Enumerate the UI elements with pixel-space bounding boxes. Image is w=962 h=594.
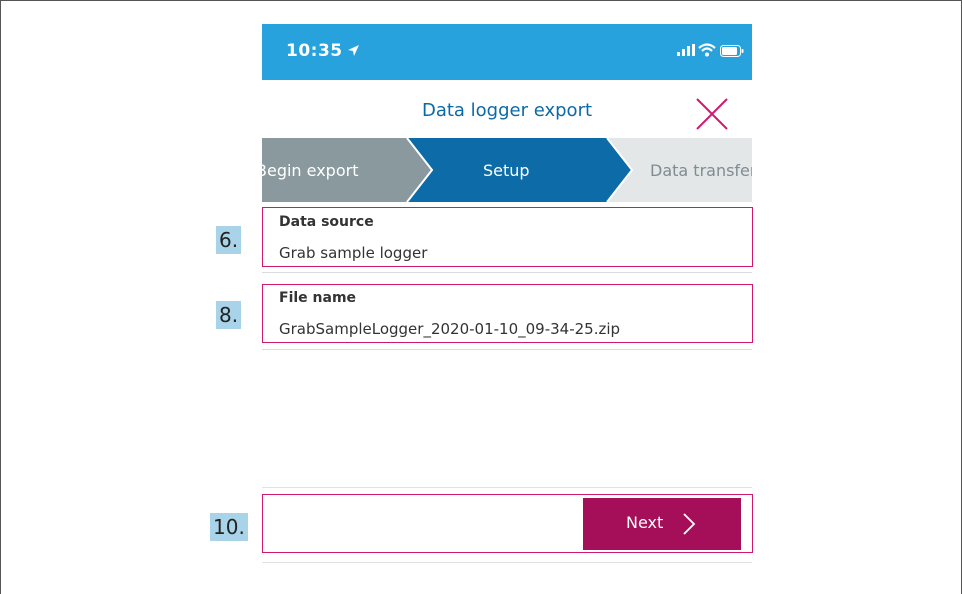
figure-frame-left bbox=[0, 0, 1, 594]
battery-icon bbox=[720, 45, 744, 57]
step-progress-bar: Begin export Setup Data transfer bbox=[262, 138, 752, 202]
step-marker-6: 6. bbox=[216, 226, 242, 254]
step-setup[interactable]: Setup bbox=[483, 161, 530, 180]
step-data-transfer[interactable]: Data transfer bbox=[650, 161, 752, 180]
wifi-icon bbox=[698, 43, 716, 57]
divider bbox=[262, 272, 752, 273]
close-button[interactable] bbox=[694, 96, 730, 132]
cellular-signal-icon bbox=[677, 44, 695, 56]
location-arrow-icon bbox=[348, 45, 359, 56]
footer-divider-top bbox=[262, 487, 752, 488]
highlight-file-name bbox=[262, 284, 753, 343]
step-begin-export[interactable]: Begin export bbox=[262, 161, 358, 180]
page-title: Data logger export bbox=[421, 100, 593, 121]
divider bbox=[262, 349, 752, 350]
status-time: 10:35 bbox=[286, 41, 343, 61]
footer-divider-bottom bbox=[262, 562, 752, 563]
step-marker-8: 8. bbox=[216, 301, 242, 329]
highlight-data-source bbox=[262, 207, 753, 267]
title-bar: Data logger export bbox=[262, 80, 752, 138]
status-bar: 10:35 bbox=[262, 24, 752, 80]
highlight-next bbox=[262, 494, 753, 553]
step-marker-10: 10. bbox=[210, 513, 248, 541]
figure-frame-top bbox=[0, 0, 962, 1]
close-icon bbox=[696, 98, 728, 130]
